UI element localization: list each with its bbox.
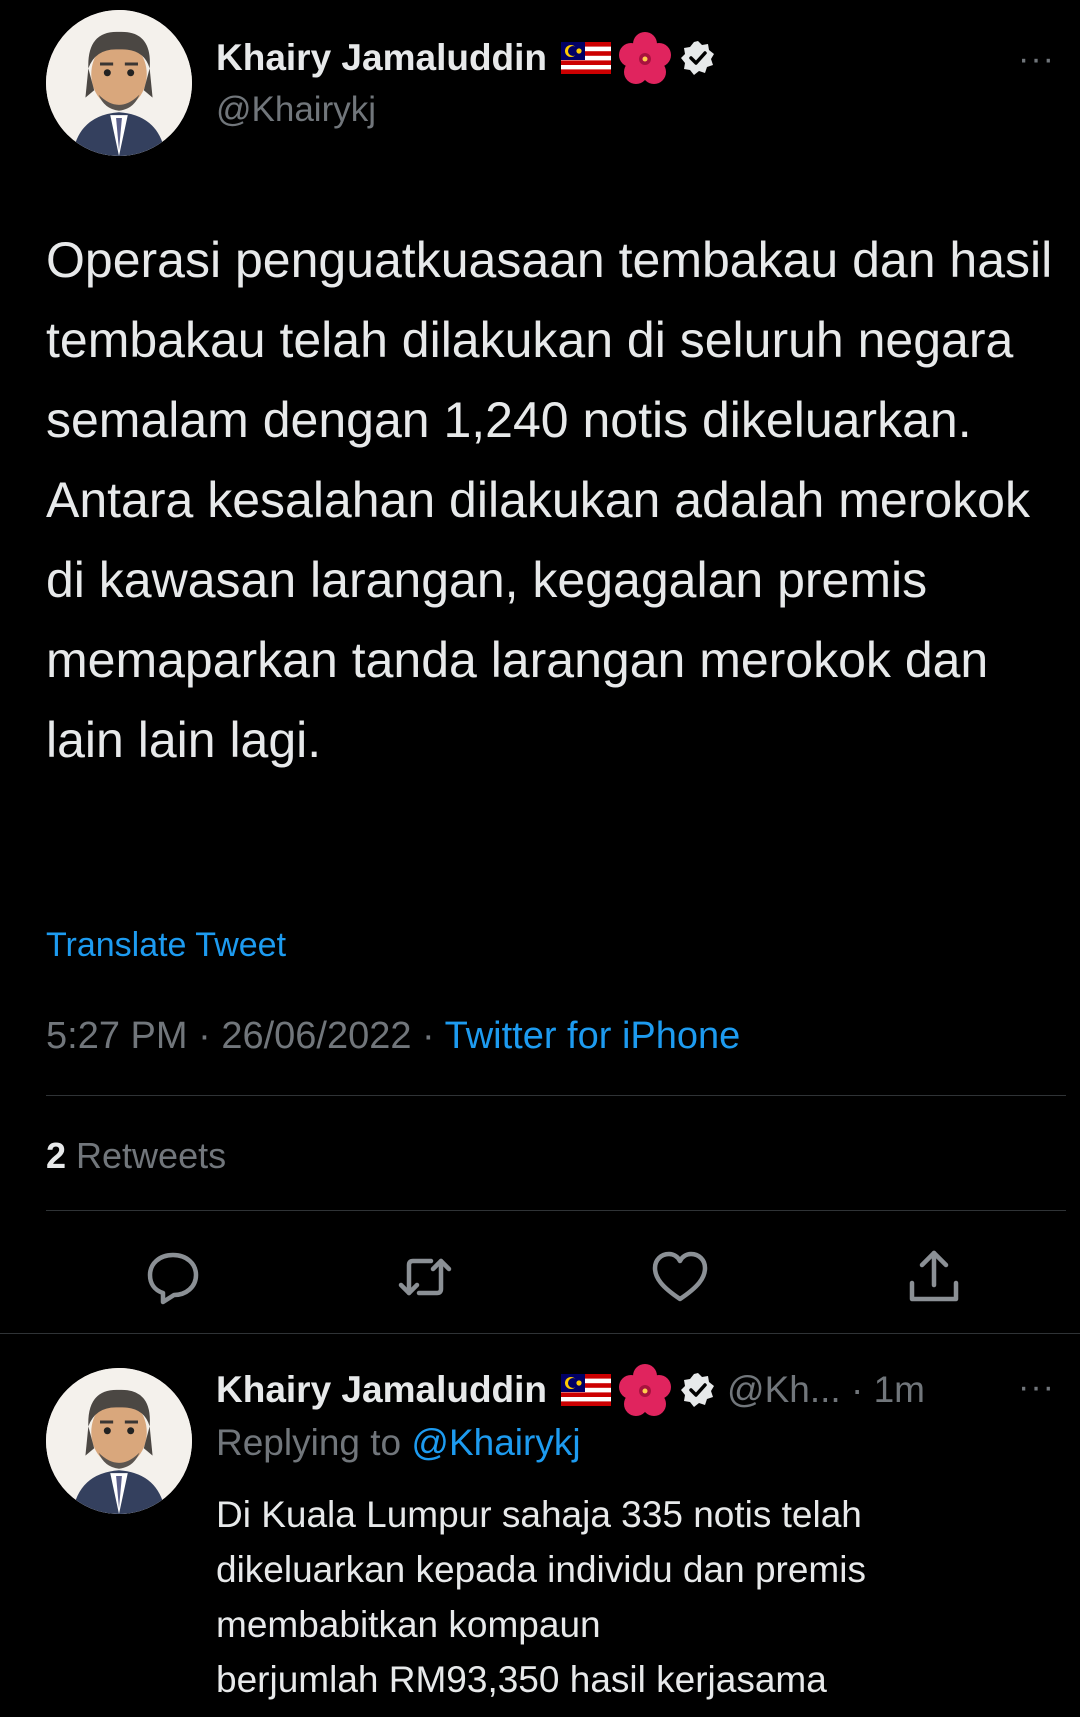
- tweet-text: Operasi penguatkuasaan tembakau dan hasi…: [46, 232, 1053, 768]
- reply-more-options-icon[interactable]: ···: [1018, 1368, 1055, 1407]
- retweet-stats[interactable]: 2 Retweets: [46, 1135, 226, 1177]
- verified-badge-icon: [679, 39, 717, 77]
- heart-icon: [652, 1251, 708, 1302]
- author-handle[interactable]: @Khairykj: [216, 90, 376, 130]
- meta-separator: ·: [411, 1015, 445, 1057]
- retweet-count: 2: [46, 1135, 67, 1176]
- reply-avatar[interactable]: [46, 1368, 192, 1514]
- share-icon: [909, 1250, 959, 1302]
- reply-tweet-text: Di Kuala Lumpur sahaja 335 notis telah d…: [216, 1494, 866, 1700]
- divider: [46, 1210, 1066, 1211]
- replying-mention-link[interactable]: @Khairykj: [411, 1422, 580, 1463]
- like-button[interactable]: [648, 1245, 712, 1309]
- share-button[interactable]: [902, 1245, 966, 1309]
- tweet-source-link[interactable]: Twitter for iPhone: [445, 1015, 741, 1057]
- malaysia-flag-icon: [561, 42, 612, 74]
- reply-author-row: Khairy Jamaluddin @Kh... · 1m: [216, 1362, 925, 1418]
- replying-to: Replying to @Khairykj: [216, 1422, 581, 1464]
- tweet-meta: 5:27 PM · 26/06/2022 · Twitter for iPhon…: [46, 1015, 740, 1058]
- retweet-button[interactable]: [393, 1245, 457, 1309]
- reply-author-name[interactable]: Khairy Jamaluddin: [216, 1369, 547, 1411]
- reply-icon: [147, 1252, 199, 1305]
- reply-button[interactable]: [141, 1245, 205, 1309]
- divider: [46, 1095, 1066, 1096]
- meta-separator: ·: [187, 1015, 222, 1057]
- hibiscus-icon: [617, 30, 673, 86]
- tweet-date[interactable]: 26/06/2022: [221, 1015, 411, 1057]
- translate-tweet-link[interactable]: Translate Tweet: [46, 926, 286, 965]
- tweet-time[interactable]: 5:27 PM: [46, 1015, 188, 1057]
- more-options-icon[interactable]: ···: [1018, 40, 1055, 79]
- author-row: Khairy Jamaluddin: [216, 30, 717, 86]
- replying-prefix: Replying to: [216, 1422, 412, 1463]
- retweet-icon: [398, 1258, 452, 1296]
- hibiscus-icon: [617, 1362, 673, 1418]
- retweet-label: Retweets: [66, 1135, 227, 1176]
- malaysia-flag-icon: [561, 1374, 612, 1406]
- avatar[interactable]: [46, 10, 192, 156]
- author-name[interactable]: Khairy Jamaluddin: [216, 37, 547, 79]
- reply-handle-time[interactable]: @Kh... · 1m: [727, 1369, 925, 1411]
- verified-badge-icon: [679, 1371, 717, 1409]
- divider: [0, 1333, 1080, 1334]
